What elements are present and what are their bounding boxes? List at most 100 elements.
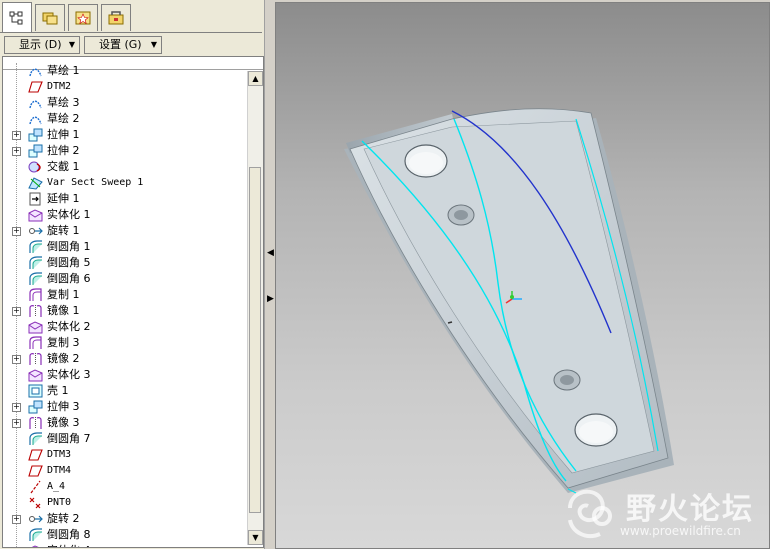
tree-item[interactable]: 实体化 4 <box>3 543 247 547</box>
extrude-icon <box>28 128 43 142</box>
settings-dropdown[interactable]: 设置 (G) ▼ <box>84 36 162 54</box>
model-tree[interactable]: 草绘 1 DTM2 草绘 3 草绘 2 + 拉伸 1 + 拉伸 2 交截 1 Var Sect S… <box>2 56 264 548</box>
graphics-window[interactable] <box>275 2 770 549</box>
tree-item[interactable]: + 拉伸 2 <box>3 143 247 159</box>
datum-point-icon <box>28 496 43 510</box>
part-boss-bottom-hole <box>560 375 574 385</box>
sketch-mark <box>447 321 453 324</box>
solidify-icon <box>28 320 43 334</box>
scroll-up-button[interactable]: ▲ <box>248 71 263 86</box>
settings-dropdown-label: 设置 (G) <box>99 38 142 51</box>
tree-item-label: 实体化 3 <box>47 368 91 381</box>
tree-item[interactable]: 壳 1 <box>3 383 247 399</box>
tree-item[interactable]: 草绘 1 <box>3 63 247 79</box>
navigator-tabs <box>2 2 262 32</box>
tree-item[interactable]: + 镜像 2 <box>3 351 247 367</box>
tree-item[interactable]: 草绘 2 <box>3 111 247 127</box>
tree-item[interactable]: 倒圆角 8 <box>3 527 247 543</box>
tree-item-label: 草绘 2 <box>47 112 80 125</box>
tree-item[interactable]: DTM3 <box>3 447 247 463</box>
display-dropdown[interactable]: 显示 (D) ▼ <box>4 36 80 54</box>
expand-right-icon[interactable]: ▶ <box>267 294 274 304</box>
tree-item[interactable]: + 拉伸 3 <box>3 399 247 415</box>
tree-item-label: 倒圆角 8 <box>47 528 91 541</box>
mirror-icon <box>28 352 43 366</box>
tree-item-label: 倒圆角 5 <box>47 256 91 269</box>
tree-item[interactable]: PNT0 <box>3 495 247 511</box>
expand-icon[interactable]: + <box>12 131 21 140</box>
tree-item[interactable]: 复制 1 <box>3 287 247 303</box>
expand-icon[interactable]: + <box>12 227 21 236</box>
tree-item[interactable]: 倒圆角 1 <box>3 239 247 255</box>
watermark: 野火论坛 www.proewildfire.cn <box>560 480 768 546</box>
tree-item[interactable]: 实体化 3 <box>3 367 247 383</box>
tree-item-label: PNT0 <box>47 497 72 508</box>
expand-icon[interactable]: + <box>12 355 21 364</box>
scroll-thumb[interactable] <box>249 167 261 513</box>
datum-plane-icon <box>28 80 43 94</box>
round-icon <box>28 272 43 286</box>
tree-item-label: 实体化 4 <box>47 543 91 547</box>
tree-item-label: 拉伸 1 <box>47 128 80 141</box>
display-dropdown-label: 显示 (D) <box>19 38 62 51</box>
tab-favorites[interactable] <box>68 4 98 31</box>
tab-connections[interactable] <box>101 4 131 31</box>
tree-item[interactable]: 实体化 1 <box>3 207 247 223</box>
tree-item[interactable]: + 旋转 2 <box>3 511 247 527</box>
tree-item-label: 旋转 1 <box>47 224 80 237</box>
tree-item-label: DTM2 <box>47 81 72 92</box>
tree-list: 草绘 1 DTM2 草绘 3 草绘 2 + 拉伸 1 + 拉伸 2 交截 1 Var Sect S… <box>3 63 247 547</box>
tree-item-label: 拉伸 3 <box>47 400 80 413</box>
scroll-down-button[interactable]: ▼ <box>248 530 263 545</box>
part-hole-top-inner <box>409 152 443 174</box>
tree-item-label: 实体化 2 <box>47 320 91 333</box>
tree-item[interactable]: DTM2 <box>3 79 247 95</box>
tree-item-label: 延伸 1 <box>47 192 80 205</box>
extend-icon <box>28 192 43 206</box>
tree-item-label: 镜像 2 <box>47 352 80 365</box>
tree-item[interactable]: 草绘 3 <box>3 95 247 111</box>
tree-vertical-scrollbar[interactable]: ▲ ▼ <box>247 71 263 545</box>
tree-item-label: 倒圆角 6 <box>47 272 91 285</box>
expand-icon[interactable]: + <box>12 307 21 316</box>
tree-item[interactable]: A_4 <box>3 479 247 495</box>
intersect-icon <box>28 160 43 174</box>
chevron-down-icon: ▼ <box>150 40 157 49</box>
tree-toolbar: 显示 (D) ▼ 设置 (G) ▼ <box>0 32 262 57</box>
collapse-left-icon[interactable]: ◀ <box>267 248 274 258</box>
tree-item[interactable]: 交截 1 <box>3 159 247 175</box>
tree-item-label: 复制 3 <box>47 336 80 349</box>
tab-folder-browser[interactable] <box>35 4 65 31</box>
tree-item-label: DTM3 <box>47 449 72 460</box>
tree-item-label: 交截 1 <box>47 160 80 173</box>
shell-icon <box>28 384 43 398</box>
expand-icon[interactable]: + <box>12 419 21 428</box>
tree-item[interactable]: 实体化 2 <box>3 319 247 335</box>
tree-item[interactable]: 倒圆角 7 <box>3 431 247 447</box>
tree-item[interactable]: + 旋转 1 <box>3 223 247 239</box>
tab-model-tree[interactable] <box>2 2 32 32</box>
part-hole-bottom-inner <box>579 421 613 443</box>
tree-item[interactable]: 倒圆角 6 <box>3 271 247 287</box>
tree-item[interactable]: 倒圆角 5 <box>3 255 247 271</box>
expand-icon[interactable]: + <box>12 147 21 156</box>
mirror-icon <box>28 304 43 318</box>
extrude-icon <box>28 400 43 414</box>
expand-icon[interactable]: + <box>12 515 21 524</box>
round-icon <box>28 528 43 542</box>
solidify-icon <box>28 544 43 547</box>
datum-plane-icon <box>28 448 43 462</box>
expand-icon[interactable]: + <box>12 403 21 412</box>
tree-item[interactable]: 延伸 1 <box>3 191 247 207</box>
sketch-icon <box>28 112 43 126</box>
tree-item[interactable]: + 拉伸 1 <box>3 127 247 143</box>
tree-item[interactable]: DTM4 <box>3 463 247 479</box>
watermark-url: www.proewildfire.cn <box>620 524 741 538</box>
tree-item[interactable]: Var Sect Sweep 1 <box>3 175 247 191</box>
panel-splitter[interactable]: ◀ ▶ <box>264 0 275 549</box>
tree-item-label: 实体化 1 <box>47 208 91 221</box>
datum-plane-icon <box>28 464 43 478</box>
tree-item[interactable]: + 镜像 1 <box>3 303 247 319</box>
tree-item[interactable]: + 镜像 3 <box>3 415 247 431</box>
tree-item[interactable]: 复制 3 <box>3 335 247 351</box>
